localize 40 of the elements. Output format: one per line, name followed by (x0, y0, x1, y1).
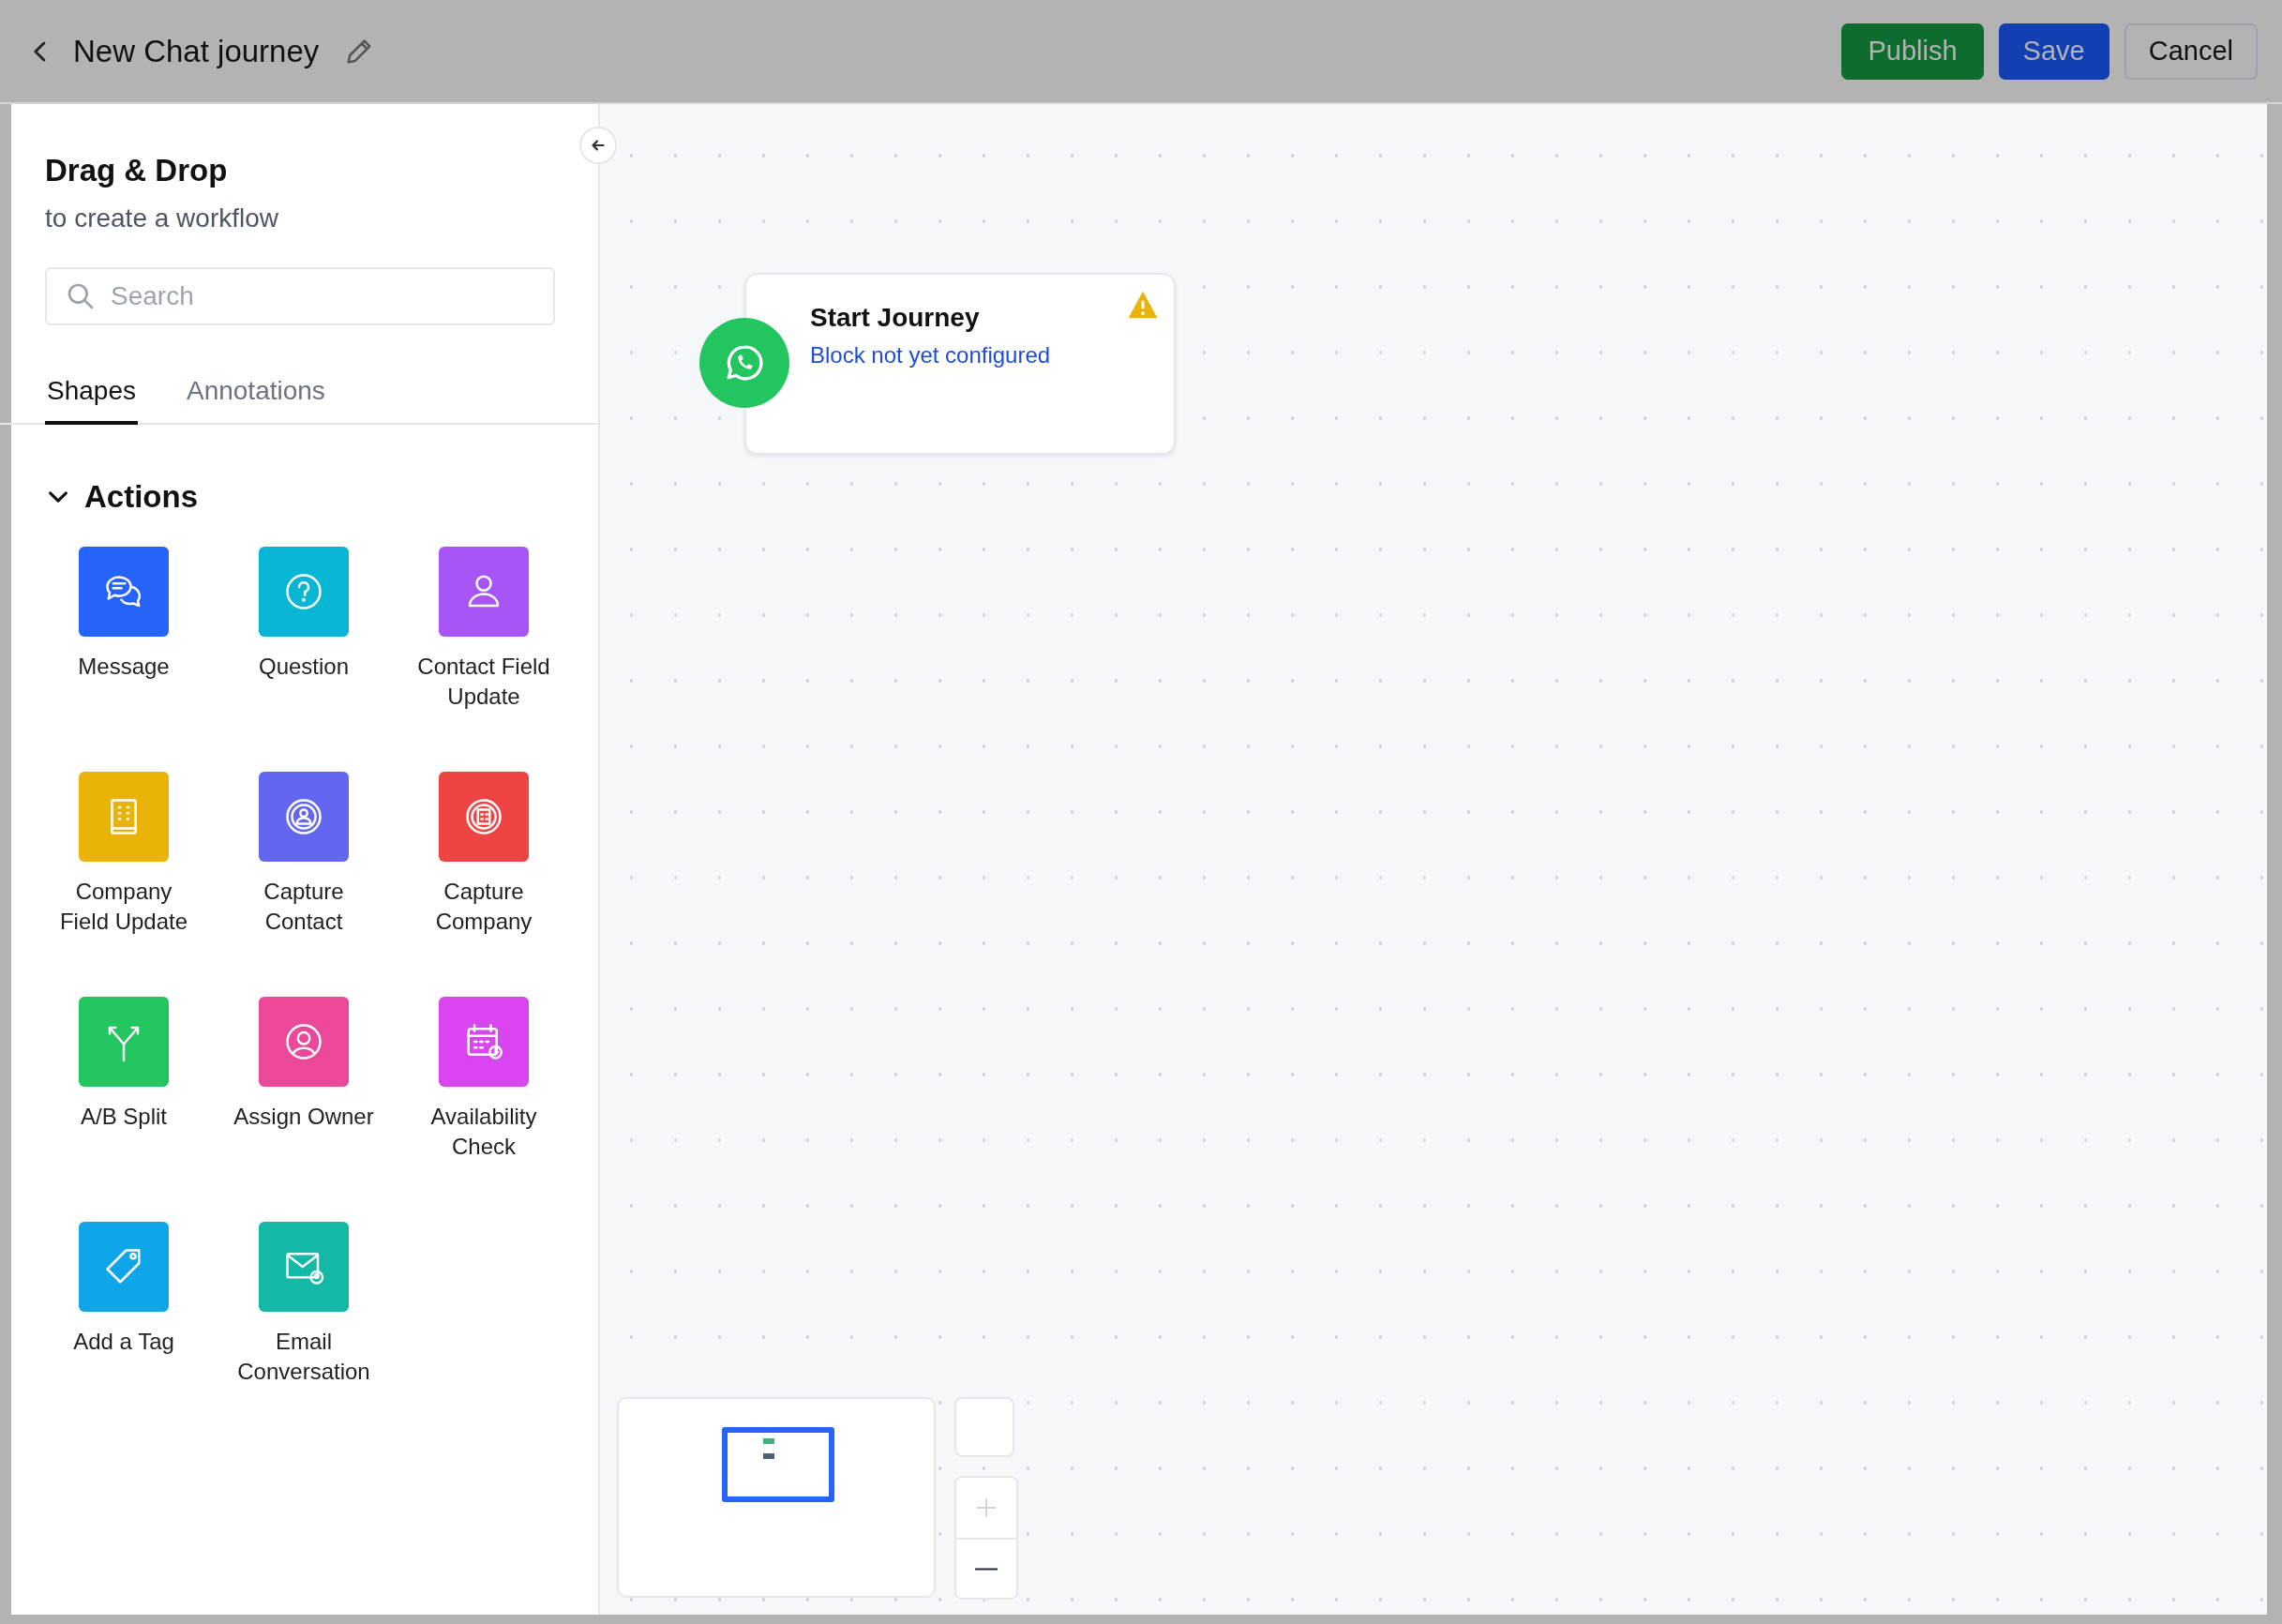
action-label: Contact Field Update (416, 653, 551, 711)
action-tile-icon[interactable] (259, 997, 349, 1087)
node-title: Start Journey (810, 303, 981, 333)
action-label: Message (77, 653, 171, 681)
search-input[interactable]: Search (109, 280, 534, 312)
action-tile-icon[interactable] (79, 1222, 169, 1312)
action-label: Add a Tag (72, 1328, 175, 1356)
action-label: Availability Check (429, 1103, 538, 1161)
minimap[interactable] (617, 1397, 936, 1598)
action-tile-icon[interactable] (439, 547, 529, 637)
action-label: Assign Owner (233, 1103, 375, 1131)
search-icon (66, 281, 96, 311)
action-tile-icon[interactable] (79, 547, 169, 637)
action-label: Company Field Update (58, 878, 189, 936)
action-tile-icon[interactable] (259, 1222, 349, 1312)
action-tile-icon[interactable] (439, 772, 529, 862)
action-label: Email Conversation (236, 1328, 371, 1386)
action-tile-icon[interactable] (259, 772, 349, 862)
cancel-button[interactable]: Cancel (2124, 23, 2258, 80)
panel-subheading: to create a workflow (45, 203, 279, 233)
collapse-button[interactable] (579, 127, 617, 164)
tab[interactable]: Annotations (184, 368, 327, 425)
save-button[interactable]: Save (1998, 23, 2109, 80)
minimap-viewport[interactable] (722, 1427, 834, 1502)
action-tile-icon[interactable] (259, 547, 349, 637)
action-label: Capture Contact (263, 878, 345, 936)
node-status: Block not yet configured (810, 342, 1051, 368)
action-label: A/B Split (79, 1103, 168, 1131)
journey-title: New Chat journey (73, 33, 320, 69)
action-tile-icon[interactable] (79, 997, 169, 1087)
search-field[interactable]: Search (45, 267, 555, 325)
section-title: Actions (84, 479, 198, 515)
action-tile-icon[interactable] (439, 997, 529, 1087)
minus-icon (973, 1567, 999, 1571)
action-label: Capture Company (434, 878, 533, 936)
action-label: Question (257, 653, 351, 681)
start-journey-node[interactable]: Start Journey Block not yet configured (744, 273, 1176, 455)
action-tile-icon[interactable] (79, 772, 169, 862)
tab[interactable]: Shapes (45, 368, 138, 425)
panel-heading: Drag & Drop (45, 153, 229, 188)
